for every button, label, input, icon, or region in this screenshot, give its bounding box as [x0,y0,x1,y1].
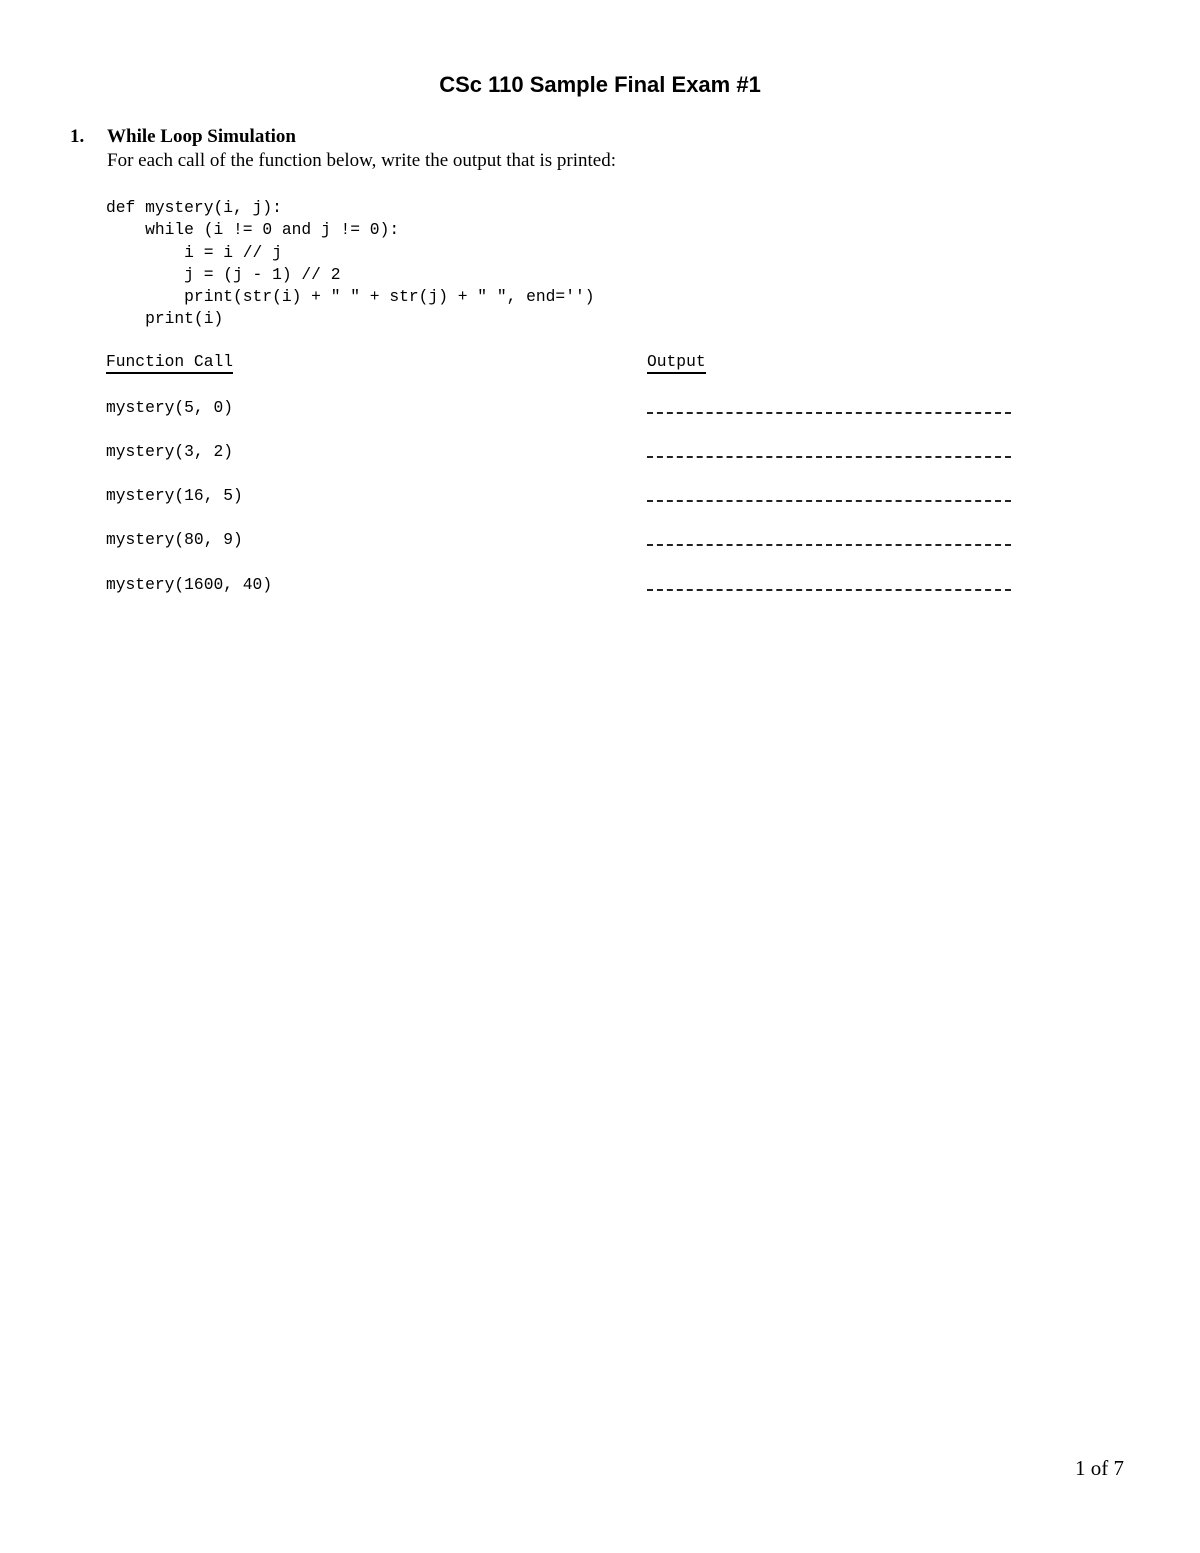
table-row: mystery(3, 2) [106,442,1016,466]
function-call: mystery(16, 5) [106,486,243,505]
page-title: CSc 110 Sample Final Exam #1 [439,72,761,97]
output-answer-blank[interactable] [647,500,1011,502]
output-answer-blank[interactable] [647,456,1011,458]
code-line: while (i != 0 and j != 0): [106,220,400,240]
table-row: mystery(16, 5) [106,486,1016,510]
output-header: Output [647,352,706,374]
question-instructions: For each call of the function below, wri… [107,150,616,171]
code-line: print(i) [106,309,224,329]
function-call: mystery(3, 2) [106,442,234,461]
question-number: 1. [70,126,85,147]
function-call: mystery(80, 9) [106,530,243,549]
question-heading: While Loop Simulation [107,126,296,147]
code-block: def mystery(i, j): while (i != 0 and j !… [106,197,595,331]
table-row: mystery(80, 9) [106,530,1016,554]
function-call-header: Function Call [106,352,234,374]
code-line: i = i // j [106,242,282,262]
page-number: 1 of 7 [1075,1456,1124,1480]
output-answer-blank[interactable] [647,412,1011,414]
output-answer-blank[interactable] [647,589,1011,591]
function-call: mystery(1600, 40) [106,575,273,594]
code-line: def mystery(i, j): [106,198,282,217]
output-answer-blank[interactable] [647,544,1011,546]
code-line: j = (j - 1) // 2 [106,264,341,284]
table-row: mystery(1600, 40) [106,575,1016,599]
table-row: mystery(5, 0) [106,398,1016,422]
code-line: print(str(i) + " " + str(j) + " ", end='… [106,287,595,307]
function-call: mystery(5, 0) [106,398,234,417]
